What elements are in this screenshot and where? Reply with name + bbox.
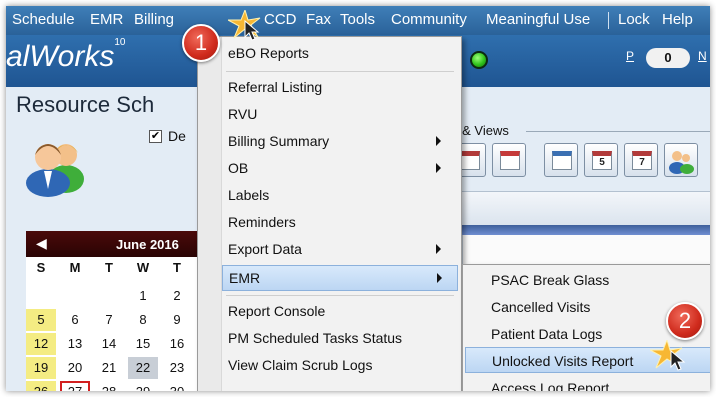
default-checkbox[interactable]: ✔ xyxy=(149,130,162,143)
calendar-day[interactable]: 19 xyxy=(26,357,56,379)
calendar-alarm-icon[interactable] xyxy=(492,143,526,177)
calendar-day[interactable]: 2 xyxy=(162,285,192,307)
mouse-cursor-icon xyxy=(244,20,260,41)
weekday-header: T xyxy=(173,260,181,275)
menu-item-rvu[interactable]: RVU xyxy=(222,102,454,128)
calendar-day[interactable]: 26 xyxy=(26,381,56,391)
calendar-day[interactable]: 30 xyxy=(162,381,192,391)
calendar-day[interactable]: 28 xyxy=(94,381,124,391)
calendar-5day-icon[interactable]: 5 xyxy=(584,143,618,177)
page-title: Resource Sch xyxy=(16,92,155,117)
menu-item-ob[interactable]: OB xyxy=(222,156,454,182)
menu-item-pm-scheduled-tasks[interactable]: PM Scheduled Tasks Status xyxy=(222,326,454,352)
calendar-month-label: June 2016 xyxy=(116,237,179,252)
calendar-week-icon[interactable]: 7 xyxy=(624,143,658,177)
menu-fax[interactable]: Fax xyxy=(306,11,331,28)
submenu-item-access-log-report[interactable]: Access Log Report xyxy=(465,375,710,391)
calendar-prev-month-button[interactable]: ◀ xyxy=(36,235,47,252)
step-1-badge: 1 xyxy=(182,24,220,62)
header-partial-label[interactable]: N xyxy=(698,49,707,63)
calendar-day[interactable]: 23 xyxy=(162,357,192,379)
calendar-day[interactable]: 20 xyxy=(60,357,90,379)
menu-schedule[interactable]: Schedule xyxy=(12,11,75,28)
users-icon[interactable] xyxy=(664,143,698,177)
calendar-day[interactable]: 8 xyxy=(128,309,158,331)
calendar-day[interactable]: 13 xyxy=(60,333,90,355)
users-glyph xyxy=(669,151,694,174)
menu-item-referral-listing[interactable]: Referral Listing xyxy=(222,75,454,101)
weekday-header: M xyxy=(69,260,81,275)
menu-tools[interactable]: Tools xyxy=(340,11,375,28)
calendar-view-icon[interactable] xyxy=(544,143,578,177)
people-icon xyxy=(26,144,84,197)
submenu-arrow-icon xyxy=(436,244,441,254)
menu-item-export-data[interactable]: Export Data xyxy=(222,237,454,263)
calendar-day[interactable]: 14 xyxy=(94,333,124,355)
weekday-header: W xyxy=(136,260,150,275)
calendar-day[interactable]: 29 xyxy=(128,381,158,391)
app-logo: alWorks10 xyxy=(6,37,126,73)
calendar-day[interactable]: 7 xyxy=(94,309,124,331)
menu-billing[interactable]: Billing xyxy=(134,11,174,28)
submenu-arrow-icon xyxy=(437,273,442,283)
menu-help[interactable]: Help xyxy=(662,11,693,28)
mouse-cursor-icon xyxy=(670,350,686,371)
calendar-day[interactable]: 15 xyxy=(128,333,158,355)
notification-count-badge[interactable]: 0 xyxy=(646,48,690,68)
menu-item-view-claim-scrub-logs[interactable]: View Claim Scrub Logs xyxy=(222,353,454,379)
menu-item-emr[interactable]: EMR xyxy=(222,265,458,291)
menu-emr[interactable]: EMR xyxy=(90,11,123,28)
calendar-day[interactable]: 6 xyxy=(60,309,90,331)
submenu-arrow-icon xyxy=(436,163,441,173)
step-2-badge: 2 xyxy=(666,302,704,340)
weekday-header: T xyxy=(105,260,113,275)
menu-item-ebo-reports[interactable]: eBO Reports xyxy=(222,41,454,67)
menu-lock[interactable]: Lock xyxy=(618,11,650,28)
weekday-header: S xyxy=(36,260,46,275)
submenu-item-psac-break-glass[interactable]: PSAC Break Glass xyxy=(465,267,710,293)
schedule-toolbar xyxy=(462,191,710,225)
calendar-day-today[interactable]: 27 xyxy=(60,381,90,391)
menu-meaningful-use[interactable]: Meaningful Use xyxy=(486,11,590,28)
menu-item-billing-summary[interactable]: Billing Summary xyxy=(222,129,454,155)
application-window: Schedule EMR Billing CCD Fax Tools Commu… xyxy=(6,6,710,391)
views-group-line xyxy=(526,131,710,132)
calendar-grid: S M T W T 1 2 5 6 7 8 9 12 13 14 15 16 1… xyxy=(26,257,202,391)
menu-item-labels[interactable]: Labels xyxy=(222,183,454,209)
menu-separator xyxy=(226,71,454,72)
schedule-header-bar xyxy=(462,225,710,235)
menu-item-report-console[interactable]: Report Console xyxy=(222,299,454,325)
calendar-day[interactable]: 21 xyxy=(94,357,124,379)
calendar-day[interactable]: 5 xyxy=(26,309,56,331)
menu-gutter xyxy=(198,37,222,391)
calendar-header: ◀ June 2016 xyxy=(26,231,202,257)
reports-dropdown-menu: eBO Reports Referral Listing RVU Billing… xyxy=(197,36,462,391)
calendar-day-selected[interactable]: 22 xyxy=(128,357,158,379)
calendar-day[interactable]: 16 xyxy=(162,333,192,355)
menu-community[interactable]: Community xyxy=(391,11,467,28)
calendar-day[interactable]: 9 xyxy=(162,309,192,331)
menubar-divider xyxy=(608,12,609,29)
menubar: Schedule EMR Billing CCD Fax Tools Commu… xyxy=(6,6,710,35)
menu-item-reminders[interactable]: Reminders xyxy=(222,210,454,236)
calendar-day[interactable]: 1 xyxy=(128,285,158,307)
menu-separator xyxy=(226,295,454,296)
status-led-icon xyxy=(470,51,488,69)
pill-label[interactable]: P xyxy=(626,49,634,63)
calendar-day[interactable]: 12 xyxy=(26,333,56,355)
submenu-arrow-icon xyxy=(436,136,441,146)
default-checkbox-label: De xyxy=(168,128,186,144)
menu-ccd[interactable]: CCD xyxy=(264,11,297,28)
